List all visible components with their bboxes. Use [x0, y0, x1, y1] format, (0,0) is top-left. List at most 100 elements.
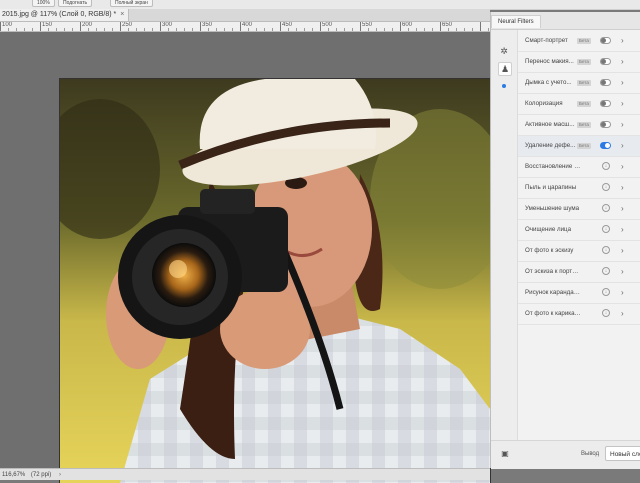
filter-row[interactable]: Активное масш... Бета ›	[518, 115, 640, 136]
chevron-right-icon[interactable]: ›	[621, 220, 624, 240]
filter-row[interactable]: Колоризация Бета ›	[518, 94, 640, 115]
filter-row[interactable]: Восстановление фот... ↓ ›	[518, 157, 640, 178]
chevron-right-icon[interactable]: ›	[621, 241, 624, 261]
filter-toggle[interactable]	[600, 142, 611, 149]
photo-canvas[interactable]	[60, 79, 490, 483]
panel-title: Neural Filters	[491, 15, 541, 28]
download-icon[interactable]: ↓	[602, 309, 610, 317]
ruler-number: 200	[82, 22, 93, 28]
chevron-right-icon[interactable]: ›	[621, 136, 624, 156]
chevron-right-icon[interactable]: ›	[621, 115, 624, 135]
filter-toggle[interactable]	[600, 58, 611, 65]
filter-label: Удаление дефе...	[525, 142, 576, 149]
beta-badge: Бета	[577, 143, 591, 149]
download-icon[interactable]: ↓	[602, 225, 610, 233]
filter-category-rail: ✲ ♟	[491, 30, 518, 440]
filter-label: Пыль и царапины	[525, 184, 577, 191]
download-icon[interactable]: ↓	[602, 288, 610, 296]
close-icon[interactable]: ×	[120, 11, 124, 18]
neural-filters-panel: Neural Filters ✲ ♟ Смарт-портрет Бета › Пер…	[490, 12, 640, 469]
zoom-100-button[interactable]: 100%	[32, 0, 55, 7]
toggle-knob	[605, 143, 610, 148]
filter-row[interactable]: Перенос макия... Бета ›	[518, 52, 640, 73]
ruler-number: 600	[402, 22, 413, 28]
filter-label: От фото к карикатуре	[525, 310, 581, 317]
toggle-knob	[601, 101, 606, 106]
chevron-right-icon[interactable]: ›	[59, 472, 61, 478]
horizontal-ruler: 100 150 200 250 300 350 400 450 500 550 …	[0, 22, 490, 32]
filter-toggle[interactable]	[600, 100, 611, 107]
toggle-knob	[601, 59, 606, 64]
toggle-knob	[601, 38, 606, 43]
ruler-number: 650	[442, 22, 453, 28]
ruler-number: 350	[202, 22, 213, 28]
filter-toggle[interactable]	[600, 121, 611, 128]
beta-badge: Бета	[577, 101, 591, 107]
ruler-number: 100	[2, 22, 13, 28]
filter-label: От эскиза к портрету	[525, 268, 581, 275]
download-icon[interactable]: ↓	[602, 267, 610, 275]
filter-row[interactable]: От фото к эскизу ↓ ›	[518, 241, 640, 262]
beta-badge: Бета	[577, 80, 591, 86]
filter-row[interactable]: Удаление дефе... Бета ›	[518, 136, 640, 157]
document-tab[interactable]: 2015.jpg @ 117% (Слой 0, RGB/8) * ×	[0, 9, 130, 21]
beta-badge: Бета	[577, 38, 591, 44]
chevron-right-icon[interactable]: ›	[621, 94, 624, 114]
filter-label: Колоризация	[525, 100, 563, 107]
filter-label: От фото к эскизу	[525, 247, 574, 254]
output-select[interactable]: Новый слой	[605, 446, 640, 461]
panel-header: Neural Filters	[491, 12, 640, 30]
portrait-icon[interactable]: ♟	[498, 62, 512, 76]
filter-label: Уменьшение шума	[525, 205, 580, 212]
ruler-number: 150	[42, 22, 53, 28]
filter-toggle[interactable]	[600, 37, 611, 44]
download-icon[interactable]: ↓	[602, 162, 610, 170]
chevron-right-icon[interactable]: ›	[621, 283, 624, 303]
chevron-right-icon[interactable]: ›	[621, 73, 624, 93]
layer-preview-icon[interactable]: ▣	[500, 449, 510, 459]
chevron-right-icon[interactable]: ›	[621, 199, 624, 219]
chevron-right-icon[interactable]: ›	[621, 262, 624, 282]
filter-label: Очищение лица	[525, 226, 572, 233]
filter-label: Дымка с учето...	[525, 79, 572, 86]
output-label: Вывод	[581, 451, 600, 457]
download-icon[interactable]: ↓	[602, 204, 610, 212]
filter-row[interactable]: Уменьшение шума ↓ ›	[518, 199, 640, 220]
full-screen-button[interactable]: Полный экран	[110, 0, 153, 7]
filter-row[interactable]: От эскиза к портрету ↓ ›	[518, 262, 640, 283]
toggle-knob	[601, 122, 606, 127]
chevron-right-icon[interactable]: ›	[621, 157, 624, 177]
ruler-number: 250	[122, 22, 133, 28]
panel-footer: ▣ Вывод Новый слой	[491, 440, 640, 469]
canvas-workspace[interactable]	[0, 32, 490, 483]
ruler-number: 300	[162, 22, 173, 28]
document-tab-title: 2015.jpg @ 117% (Слой 0, RGB/8) *	[2, 11, 117, 18]
filter-label: Смарт-портрет	[525, 37, 568, 44]
filter-row[interactable]: Пыль и царапины ↓ ›	[518, 178, 640, 199]
filter-row[interactable]: Очищение лица ↓ ›	[518, 220, 640, 241]
ruler-number: 500	[322, 22, 333, 28]
filter-label: Активное масш...	[525, 121, 575, 128]
chevron-right-icon[interactable]: ›	[621, 178, 624, 198]
beta-badge: Бета	[577, 59, 591, 65]
filter-row[interactable]: От фото к карикатуре ↓ ›	[518, 304, 640, 325]
document-tab-bar: 2015.jpg @ 117% (Слой 0, RGB/8) * ×	[0, 9, 490, 22]
ruler-number: 450	[282, 22, 293, 28]
filter-label: Восстановление фот...	[525, 163, 581, 170]
filter-label: Рисунок карандашом	[525, 289, 581, 296]
download-icon[interactable]: ↓	[602, 246, 610, 254]
download-icon[interactable]: ↓	[602, 183, 610, 191]
zoom-readout[interactable]: 116,67%	[2, 472, 25, 478]
beta-badge: Бета	[577, 122, 591, 128]
chevron-right-icon[interactable]: ›	[621, 31, 624, 51]
active-category-indicator	[502, 84, 506, 88]
ruler-number: 550	[362, 22, 373, 28]
fit-screen-button[interactable]: Подогнать	[58, 0, 93, 7]
filter-row[interactable]: Дымка с учето... Бета ›	[518, 73, 640, 94]
star-icon[interactable]: ✲	[498, 45, 510, 57]
filter-row[interactable]: Смарт-портрет Бета ›	[518, 31, 640, 52]
chevron-right-icon[interactable]: ›	[621, 304, 624, 324]
filter-toggle[interactable]	[600, 79, 611, 86]
filter-row[interactable]: Рисунок карандашом ↓ ›	[518, 283, 640, 304]
chevron-right-icon[interactable]: ›	[621, 52, 624, 72]
